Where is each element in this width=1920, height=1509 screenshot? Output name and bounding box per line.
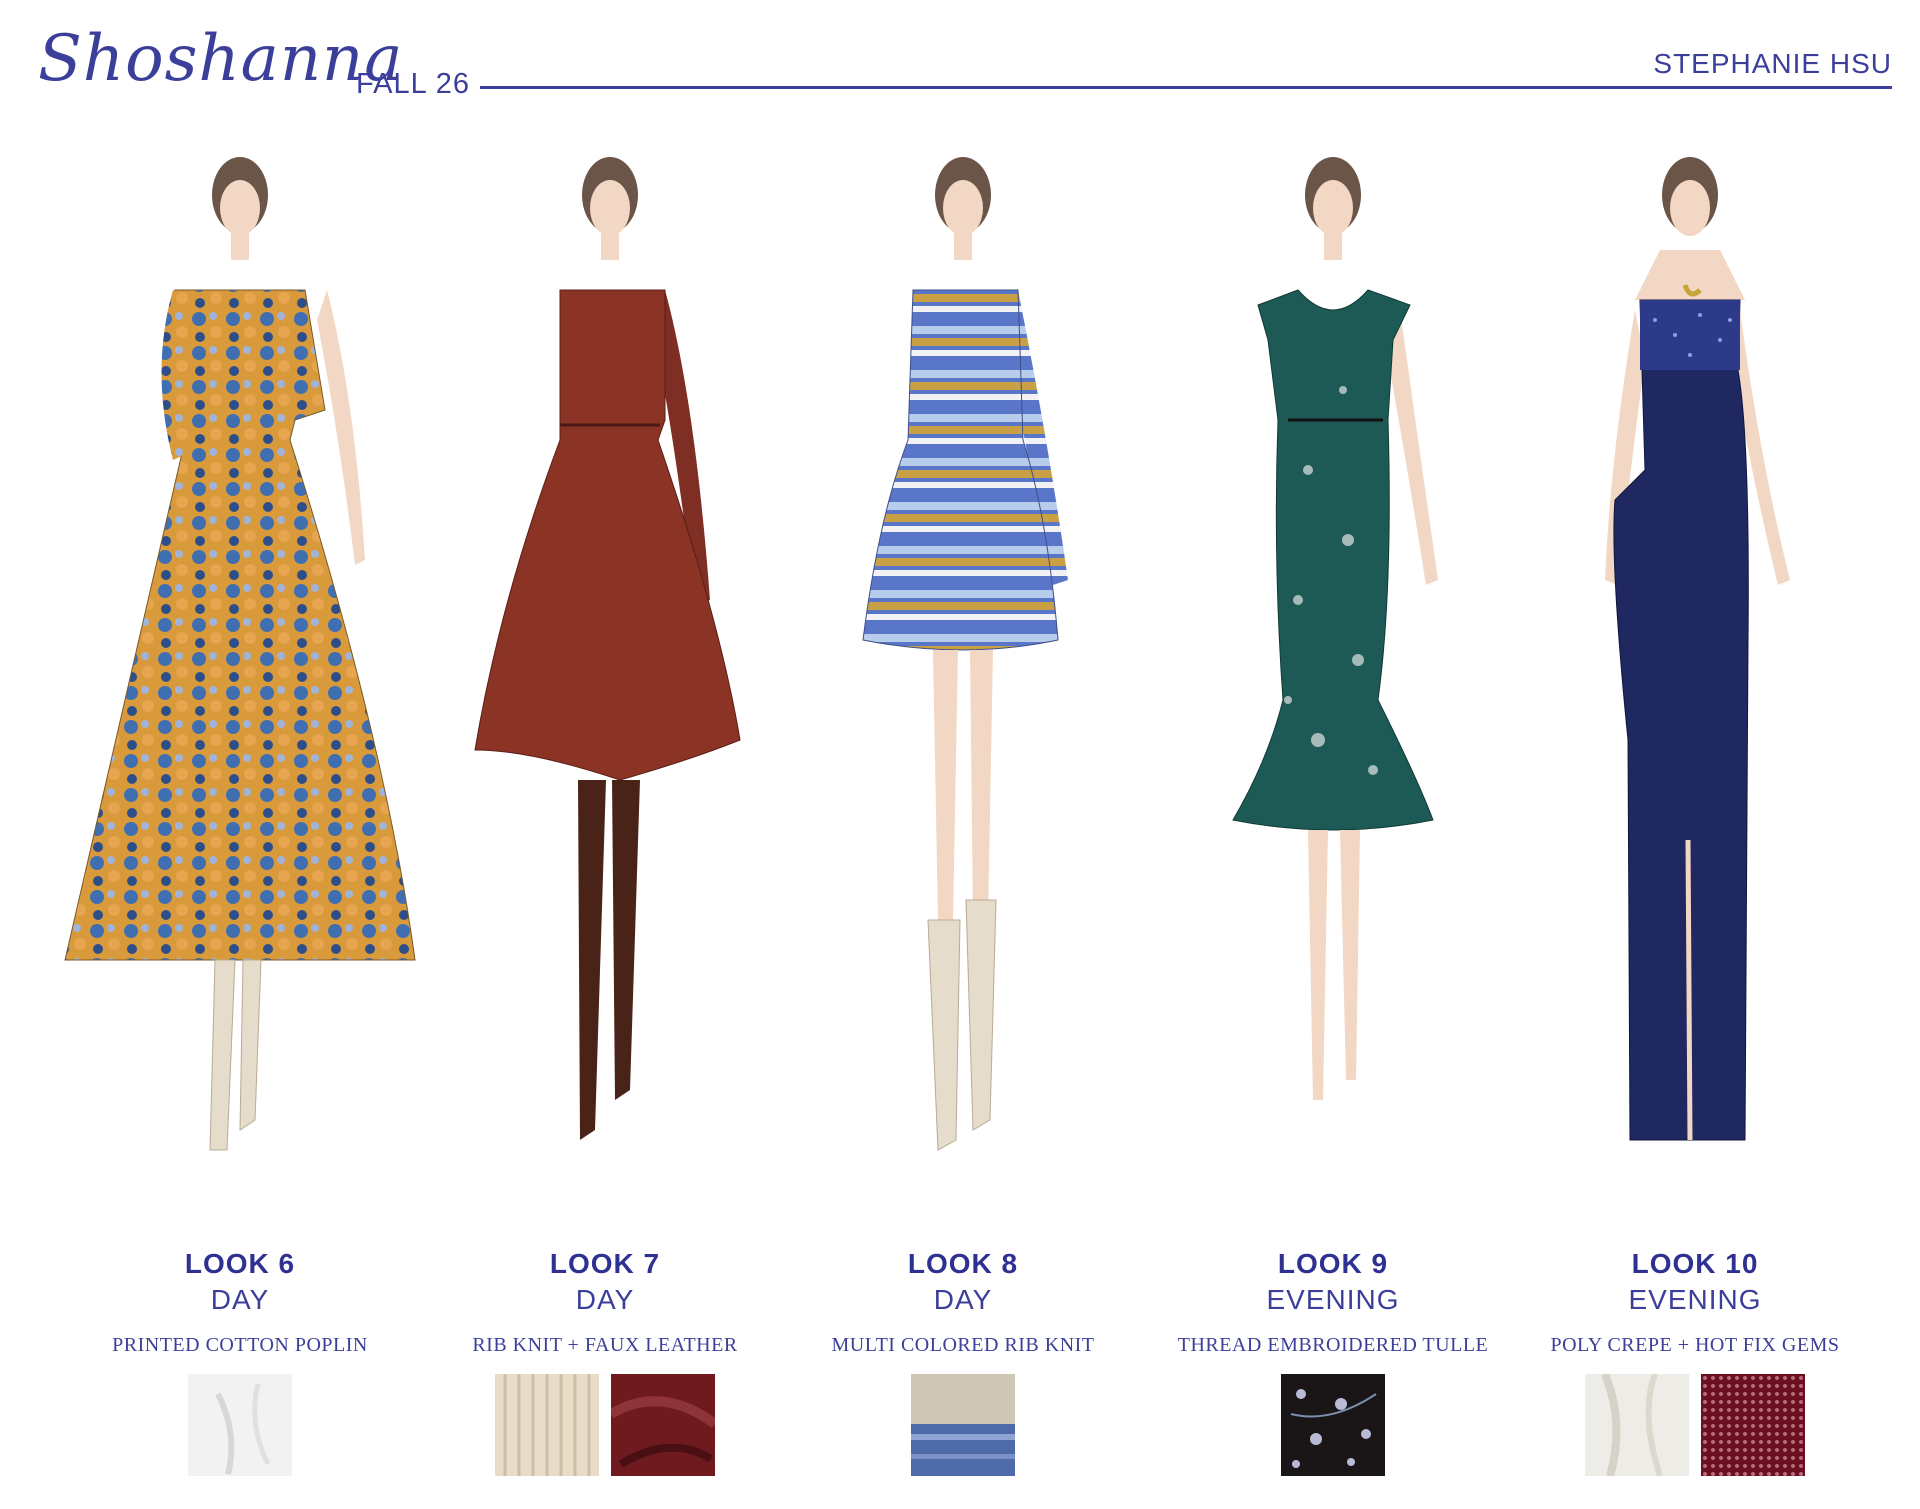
page-header: Shoshanna FALL 26 STEPHANIE HSU — [0, 0, 1920, 130]
fashion-illustration — [778, 140, 1148, 1230]
fashion-illustration — [420, 140, 790, 1230]
black-embroidered-tulle-swatch — [1281, 1374, 1385, 1476]
burgundy-faux-leather-swatch — [611, 1374, 715, 1476]
look-occasion: EVENING — [1266, 1284, 1400, 1315]
look-occasion: DAY — [210, 1284, 270, 1315]
fabric-swatches — [55, 1374, 425, 1476]
look-caption: LOOK 8 DAY MULTI COLORED RIB KNIT — [778, 1248, 1148, 1357]
brand-logo: Shoshanna — [38, 22, 404, 96]
fashion-illustration — [1148, 140, 1518, 1230]
season-label: FALL 26 — [356, 68, 470, 100]
fabric-swatches — [1148, 1374, 1518, 1476]
look-occasion: DAY — [575, 1284, 635, 1315]
look-caption: LOOK 10 EVENING POLY CREPE + HOT FIX GEM… — [1510, 1248, 1880, 1357]
look-caption: LOOK 9 EVENING THREAD EMBROIDERED TULLE — [1148, 1248, 1518, 1357]
look-number: LOOK 9 — [1277, 1248, 1389, 1279]
look-number: LOOK 6 — [184, 1248, 296, 1279]
ivory-crepe-swatch — [1585, 1374, 1689, 1476]
fabric-swatches — [778, 1374, 1148, 1476]
look-caption: LOOK 6 DAY PRINTED COTTON POPLIN — [55, 1248, 425, 1357]
look-occasion: DAY — [933, 1284, 993, 1315]
designer-name: STEPHANIE HSU — [1653, 48, 1892, 79]
fabric-swatches — [420, 1374, 790, 1476]
look-caption: LOOK 7 DAY RIB KNIT + FAUX LEATHER — [420, 1248, 790, 1357]
fabric-description: PRINTED COTTON POPLIN — [112, 1334, 368, 1356]
multi-rib-knit-swatch — [911, 1374, 1015, 1476]
white-cotton-swatch — [188, 1374, 292, 1476]
look-number: LOOK 10 — [1631, 1248, 1759, 1279]
cream-rib-knit-swatch — [495, 1374, 599, 1476]
fashion-illustration — [55, 140, 425, 1230]
look-card: LOOK 7 DAY RIB KNIT + FAUX LEATHER — [420, 140, 790, 1509]
look-number: LOOK 8 — [907, 1248, 1019, 1279]
look-number: LOOK 7 — [549, 1248, 661, 1279]
fabric-description: THREAD EMBROIDERED TULLE — [1177, 1334, 1489, 1356]
fabric-swatches — [1510, 1374, 1880, 1476]
look-card: LOOK 8 DAY MULTI COLORED RIB KNIT — [778, 140, 1148, 1509]
look-card: LOOK 6 DAY PRINTED COTTON POPLIN — [55, 140, 425, 1509]
fabric-description: POLY CREPE + HOT FIX GEMS — [1550, 1334, 1840, 1356]
look-card: LOOK 9 EVENING THREAD EMBROIDERED TULLE — [1148, 140, 1518, 1509]
burgundy-gem-mesh-swatch — [1701, 1374, 1805, 1476]
fabric-description: MULTI COLORED RIB KNIT — [831, 1334, 1095, 1356]
header-divider — [480, 86, 1892, 89]
looks-lineup: LOOK 6 DAY PRINTED COTTON POPLIN LOOK 7 … — [0, 140, 1920, 1509]
fashion-illustration — [1510, 140, 1880, 1230]
look-occasion: EVENING — [1628, 1284, 1762, 1315]
look-card: LOOK 10 EVENING POLY CREPE + HOT FIX GEM… — [1510, 140, 1880, 1509]
fabric-description: RIB KNIT + FAUX LEATHER — [472, 1334, 738, 1356]
